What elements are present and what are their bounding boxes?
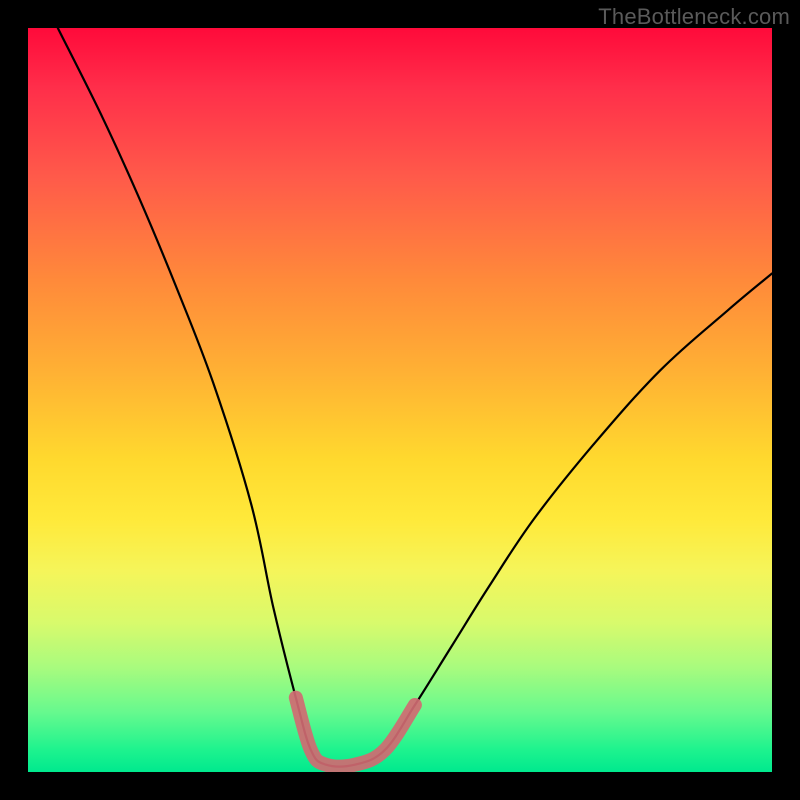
bottleneck-curve	[58, 28, 772, 767]
watermark-label: TheBottleneck.com	[598, 4, 790, 30]
plot-area	[28, 28, 772, 772]
chart-frame: TheBottleneck.com	[0, 0, 800, 800]
curve-svg	[28, 28, 772, 772]
bottom-highlight	[296, 698, 415, 767]
